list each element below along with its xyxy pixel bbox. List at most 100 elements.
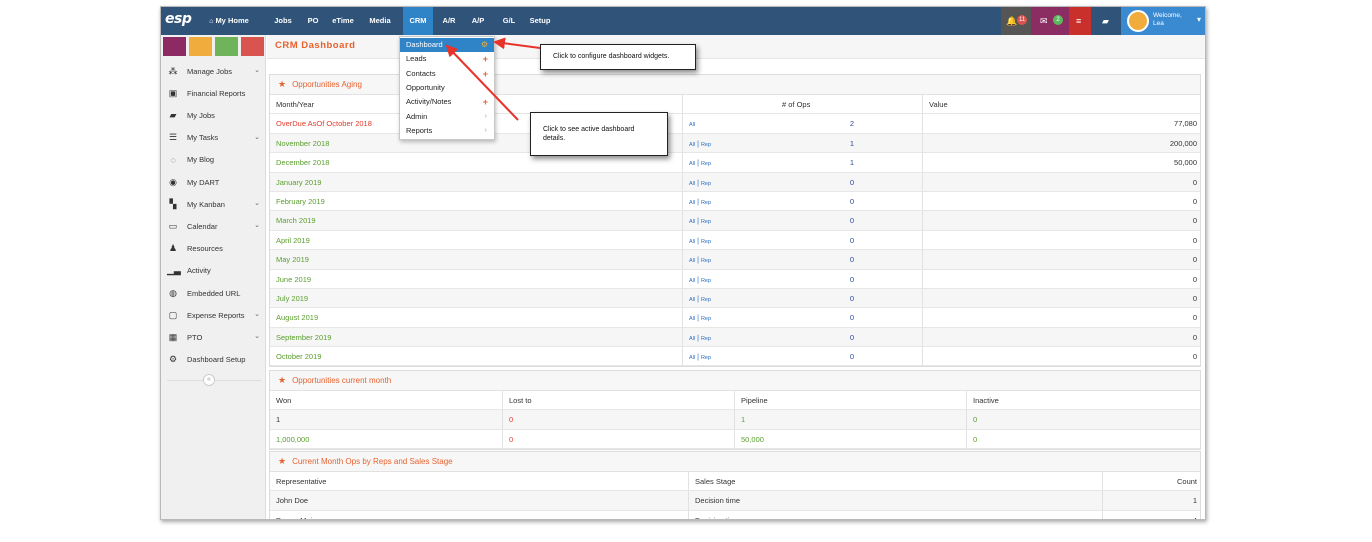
all-link[interactable]: All — [689, 258, 695, 264]
all-link[interactable]: All — [689, 278, 695, 284]
nav-etime[interactable]: eTime — [328, 7, 358, 35]
rep-link[interactable]: Rep — [701, 181, 711, 187]
welcome-text: Welcome, Lea — [1153, 12, 1182, 27]
sidebar-item-my-blog[interactable]: ◌ My Blog — [161, 149, 266, 171]
month-link[interactable]: July 2019 — [270, 289, 682, 307]
rep-link[interactable]: Rep — [701, 258, 711, 264]
plus-icon[interactable]: + — [483, 67, 488, 81]
user-menu[interactable]: Welcome, Lea ▾ — [1121, 7, 1205, 35]
nav-po[interactable]: PO — [303, 7, 323, 35]
rep-link[interactable]: Rep — [701, 219, 711, 225]
menu-item-dashboard[interactable]: Dashboard ⚙ — [400, 38, 494, 53]
sidebar-item-my-kanban[interactable]: ▚ My Kanban ⌄ — [161, 193, 266, 215]
sidebar-item-financial-reports[interactable]: ▣ Financial Reports — [161, 82, 266, 104]
cell: 50,000 — [734, 429, 966, 449]
rep-link[interactable]: Rep — [701, 200, 711, 206]
all-link[interactable]: All — [689, 219, 695, 225]
sidebar-item-my-tasks[interactable]: ☰ My Tasks ⌄ — [161, 127, 266, 149]
rep-link[interactable]: Rep — [701, 278, 711, 284]
all-link[interactable]: All — [689, 297, 695, 303]
theme-swatch[interactable] — [163, 37, 186, 56]
menu-item-label: Activity/Notes — [406, 97, 452, 107]
month-link[interactable]: January 2019 — [270, 173, 682, 191]
sidebar-item-my-jobs[interactable]: ▰ My Jobs — [161, 104, 266, 126]
nav-myhome[interactable]: ⌂ My Home — [199, 7, 259, 35]
month-link[interactable]: June 2019 — [270, 270, 682, 288]
nav-ar[interactable]: A/R — [437, 7, 461, 35]
cell: Pipeline — [734, 391, 966, 410]
nav-media[interactable]: Media — [365, 7, 395, 35]
rep-link[interactable]: Rep — [701, 142, 711, 148]
notifications-button[interactable]: 🔔 11 — [1001, 7, 1031, 35]
link-separator: | — [697, 257, 699, 265]
all-link[interactable]: All — [689, 316, 695, 322]
panel-header: ★ Current Month Ops by Reps and Sales St… — [270, 452, 1200, 472]
all-link[interactable]: All — [689, 142, 695, 148]
nav-crm[interactable]: CRM — [403, 7, 433, 35]
calendar-icon: ▭ — [168, 220, 178, 231]
nav-ap[interactable]: A/P — [466, 7, 490, 35]
column-header: Value — [922, 95, 1202, 114]
database-button[interactable]: ≡ — [1069, 7, 1091, 35]
rep-link[interactable]: Rep — [701, 239, 711, 245]
nav-jobs[interactable]: Jobs — [271, 7, 295, 35]
plus-icon[interactable]: + — [483, 95, 488, 109]
month-link[interactable]: March 2019 — [270, 211, 682, 229]
month-link[interactable]: September 2019 — [270, 328, 682, 346]
sidebar-item-embedded-url[interactable]: ◍ Embedded URL — [161, 282, 266, 304]
theme-swatch[interactable] — [241, 37, 264, 56]
messages-button[interactable]: ✉ 2 — [1031, 7, 1069, 35]
all-link[interactable]: All — [689, 181, 695, 187]
nav-setup[interactable]: Setup — [527, 7, 553, 35]
gear-icon[interactable]: ⚙ — [481, 38, 488, 52]
nav-label: My Home — [215, 16, 249, 25]
menu-item-leads[interactable]: Leads + — [400, 52, 494, 66]
all-link[interactable]: All — [689, 336, 695, 342]
rep-link[interactable]: Rep — [701, 161, 711, 167]
nav-gl[interactable]: G/L — [497, 7, 521, 35]
sidebar-item-pto[interactable]: ▦ PTO ⌄ — [161, 326, 266, 348]
menu-item-reports[interactable]: Reports › — [400, 124, 494, 138]
rep-link[interactable]: Rep — [701, 316, 711, 322]
month-link[interactable]: February 2019 — [270, 192, 682, 210]
month-link[interactable]: May 2019 — [270, 250, 682, 268]
page-title: CRM Dashboard — [275, 40, 356, 51]
all-link[interactable]: All — [689, 161, 695, 167]
all-link[interactable]: All — [689, 355, 695, 361]
sidebar-item-resources[interactable]: ♟ Resources — [161, 238, 266, 260]
sidebar-item-calendar[interactable]: ▭ Calendar ⌄ — [161, 215, 266, 237]
menu-item-opportunity[interactable]: Opportunity — [400, 81, 494, 95]
cell: 0 — [502, 410, 734, 429]
all-link[interactable]: All — [689, 239, 695, 245]
rep-link[interactable]: Rep — [701, 355, 711, 361]
all-rep-links: All | Rep — [682, 211, 782, 230]
month-link[interactable]: April 2019 — [270, 231, 682, 249]
users-icon: ♟ — [168, 243, 178, 254]
collapse-sidebar-button[interactable]: « — [203, 374, 215, 386]
menu-item-admin[interactable]: Admin › — [400, 110, 494, 124]
month-link[interactable]: August 2019 — [270, 308, 682, 326]
sidebar-item-activity[interactable]: ▁▃ Activity — [161, 260, 266, 282]
ops-value: 0 — [922, 191, 1202, 211]
theme-swatch[interactable] — [189, 37, 212, 56]
nav-label: Media — [369, 16, 391, 25]
rep-link[interactable]: Rep — [701, 297, 711, 303]
sidebar-item-my-dart[interactable]: ◉ My DART — [161, 171, 266, 193]
rep-link[interactable]: Rep — [701, 336, 711, 342]
sidebar-item-manage-jobs[interactable]: ⁂ Manage Jobs ⌄ — [161, 60, 266, 82]
all-link[interactable]: All — [689, 122, 695, 128]
table-row: July 2019 All | Rep 0 0 — [270, 288, 1200, 309]
configure-callout: Click to configure dashboard widgets. — [540, 44, 696, 70]
all-link[interactable]: All — [689, 200, 695, 206]
plus-icon[interactable]: + — [483, 52, 488, 66]
theme-swatch[interactable] — [215, 37, 238, 56]
menu-item-contacts[interactable]: Contacts + — [400, 67, 494, 81]
month-link[interactable]: October 2019 — [270, 347, 682, 365]
sidebar-item-expense-reports[interactable]: ▢ Expense Reports ⌄ — [161, 304, 266, 326]
ops-value: 0 — [922, 172, 1202, 191]
menu-item-activity-notes[interactable]: Activity/Notes + — [400, 95, 494, 109]
sidebar-item-dashboard-setup[interactable]: ⚙ Dashboard Setup — [161, 349, 266, 371]
table-row: January 2019 All | Rep 0 0 — [270, 172, 1202, 192]
ops-count: 0 — [849, 235, 855, 245]
help-button[interactable]: ▰ — [1095, 7, 1117, 35]
